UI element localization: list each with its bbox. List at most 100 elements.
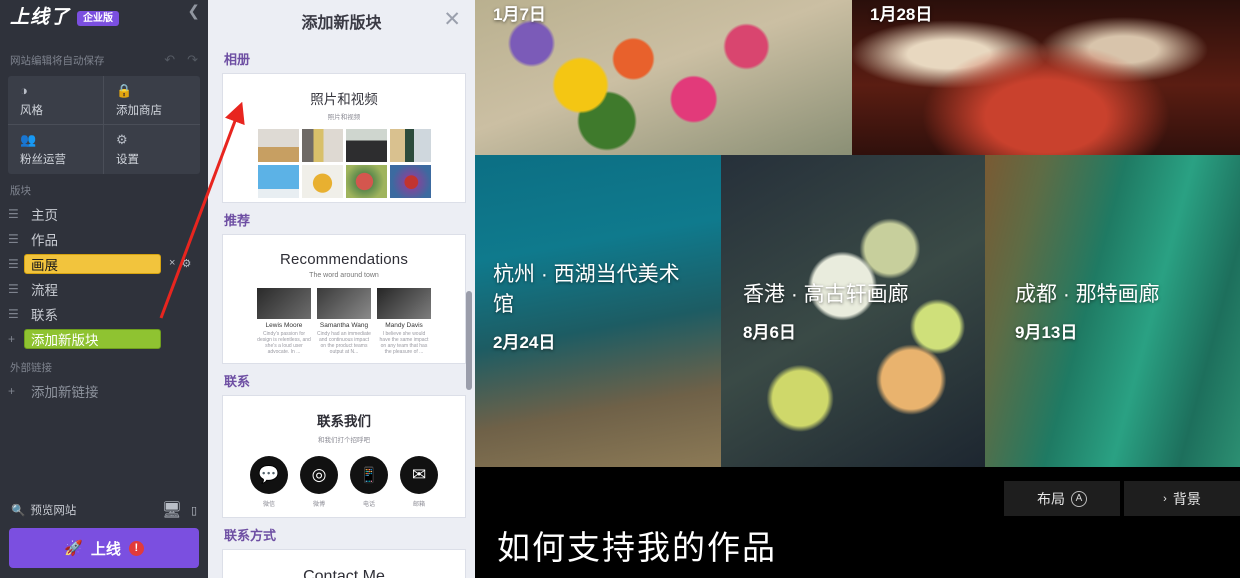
channel-weibo: ◎ 微博 bbox=[300, 456, 338, 508]
close-icon[interactable]: ✕ bbox=[443, 9, 461, 30]
sidebar-item-works[interactable]: ☰ 作品 bbox=[0, 226, 208, 251]
quick-action-add-shop[interactable]: 🔒 添加商店 bbox=[104, 76, 200, 125]
redo-icon[interactable]: ↷ bbox=[187, 52, 198, 68]
tile-image bbox=[985, 155, 1240, 467]
sidebar-item-pill[interactable]: 画展 bbox=[24, 253, 161, 274]
thumbnail bbox=[301, 165, 343, 198]
sidebar-item-process[interactable]: ☰ 流程 bbox=[0, 276, 208, 301]
sidebar-item-label: 添加新链接 bbox=[31, 384, 99, 400]
add-section-pill[interactable]: 添加新版块 bbox=[24, 328, 161, 349]
add-section-panel: 添加新版块 ✕ 相册 照片和视频 照片和视频 推荐 Recommendation… bbox=[208, 0, 475, 578]
sidebar-item-label: 主页 bbox=[31, 207, 58, 223]
quick-action-label: 添加商店 bbox=[116, 105, 162, 117]
quick-action-fans[interactable]: 👥 粉丝运营 bbox=[8, 125, 104, 174]
sidebar-item-add-link[interactable]: + 添加新链接 bbox=[0, 378, 208, 403]
quick-action-label: 风格 bbox=[20, 105, 43, 117]
person-name: Mandy Davis bbox=[385, 322, 423, 329]
quick-action-style[interactable]: ◑ 风格 bbox=[8, 76, 104, 125]
quick-action-label: 设置 bbox=[116, 154, 139, 166]
gallery-tile[interactable]: 1月28日 bbox=[852, 0, 1240, 155]
sidebar-item-exhibition[interactable]: ☰ 画展 × ⚙ bbox=[0, 251, 208, 276]
undo-icon[interactable]: ↶ bbox=[164, 52, 175, 68]
app-root: 上线了 企业版 ❮ 网站编辑将自动保存 ↶ ↷ ◑ 风格 🔒 添加商店 👥 粉丝… bbox=[0, 0, 1240, 578]
wechat-icon: 💬 bbox=[250, 456, 288, 494]
remove-section-icon[interactable]: × bbox=[169, 257, 175, 270]
drag-handle-icon[interactable]: ☰ bbox=[8, 283, 24, 295]
sidebar-item-contact[interactable]: ☰ 联系 bbox=[0, 301, 208, 326]
person-item: Samantha Wang Cindy had an immediate and… bbox=[317, 288, 371, 355]
preview-row: 🔍 预览网站 🖥 ▯ bbox=[9, 500, 199, 528]
person-photo bbox=[257, 288, 311, 319]
users-icon: 👥 bbox=[20, 132, 37, 147]
person-desc: I believe she would have the same impact… bbox=[379, 331, 429, 355]
sidebar-item-add-section[interactable]: + 添加新版块 bbox=[0, 326, 208, 351]
preview-site-button[interactable]: 🔍 预览网站 bbox=[11, 502, 76, 518]
gallery-tile[interactable]: 香港 · 高古轩画廊 8月6日 bbox=[721, 155, 985, 467]
tile-date: 1月7日 bbox=[493, 5, 546, 24]
drag-handle-icon[interactable]: ☰ bbox=[8, 258, 24, 270]
section-card-photo-video[interactable]: 照片和视频 照片和视频 bbox=[222, 73, 466, 203]
drag-handle-icon[interactable]: ☰ bbox=[8, 233, 24, 245]
card-subtitle: 照片和视频 bbox=[327, 114, 361, 121]
person-photo bbox=[317, 288, 371, 319]
person-desc: Cindy had an immediate and continuous im… bbox=[317, 331, 371, 355]
search-icon: 🔍 bbox=[11, 505, 26, 517]
sidebar-item-label: 流程 bbox=[31, 282, 58, 298]
gallery-tile[interactable]: 1月7日 bbox=[475, 0, 852, 155]
autosave-row: 网站编辑将自动保存 ↶ ↷ bbox=[0, 48, 208, 70]
section-card-contact-us[interactable]: 联系我们 和我们打个招呼吧 💬 微信 ◎ 微博 📱 电话 ✉ 邮箱 bbox=[222, 395, 466, 518]
section-settings-icon[interactable]: ⚙ bbox=[181, 257, 191, 270]
gallery-tile[interactable]: 成都 · 那特画廊 9月13日 bbox=[985, 155, 1240, 467]
card-subtitle: The word around town bbox=[309, 272, 379, 279]
card-title: 联系我们 bbox=[317, 414, 371, 429]
sidebar-item-label: 画展 bbox=[31, 257, 58, 273]
section-heading: 如何支持我的作品 bbox=[497, 529, 777, 566]
publish-label: 上线 bbox=[90, 540, 121, 558]
thumbnail bbox=[345, 165, 387, 198]
chevron-left-icon[interactable]: ❮ bbox=[187, 4, 200, 20]
canvas-controls: 布局 A › 背景 bbox=[1004, 481, 1240, 516]
background-label: 背景 bbox=[1172, 490, 1201, 507]
person-name: Samantha Wang bbox=[319, 322, 369, 329]
tile-date: 2月24日 bbox=[493, 333, 556, 352]
undo-redo-group: ↶ ↷ bbox=[164, 52, 198, 68]
weibo-icon: ◎ bbox=[300, 456, 338, 494]
plus-icon[interactable]: + bbox=[8, 333, 24, 345]
people-grid: Lewis Moore Cindy's passion for design i… bbox=[223, 288, 465, 355]
layout-button[interactable]: 布局 A bbox=[1004, 481, 1120, 516]
drag-handle-icon[interactable]: ☰ bbox=[8, 308, 24, 320]
card-title: 照片和视频 bbox=[310, 92, 378, 107]
section-card-contact-me[interactable]: Contact Me Let's grab a cup! bbox=[222, 549, 466, 578]
tile-image bbox=[721, 155, 985, 467]
layout-variant-badge: A bbox=[1071, 490, 1087, 507]
channel-phone: 📱 电话 bbox=[350, 456, 388, 508]
card-title: Contact Me bbox=[303, 568, 385, 578]
sidebar-footer: 🔍 预览网站 🖥 ▯ 🚀 上线 ! bbox=[0, 500, 208, 578]
layout-label: 布局 bbox=[1037, 490, 1065, 507]
section-card-recommendations[interactable]: Recommendations The word around town Lew… bbox=[222, 234, 466, 364]
channel-caption: 电话 bbox=[362, 502, 375, 508]
sidebar-header: 上线了 企业版 ❮ bbox=[0, 0, 208, 48]
tile-name: 杭州 · 西湖当代美术馆 bbox=[493, 263, 680, 316]
sidebar-item-actions: × ⚙ bbox=[169, 257, 191, 270]
sidebar-item-label: 联系 bbox=[31, 307, 58, 323]
person-desc: Cindy's passion for design is relentless… bbox=[257, 331, 311, 355]
group-label-recommend: 推荐 bbox=[224, 213, 251, 228]
plus-icon[interactable]: + bbox=[8, 385, 24, 397]
sidebar-item-home[interactable]: ☰ 主页 bbox=[0, 201, 208, 226]
panel-scrollbar-thumb[interactable] bbox=[466, 291, 472, 390]
gallery-tile[interactable]: 杭州 · 西湖当代美术馆 2月24日 bbox=[475, 155, 721, 467]
channel-caption: 邮箱 bbox=[412, 502, 425, 508]
mobile-icon[interactable]: ▯ bbox=[191, 504, 197, 517]
thumbnail-grid bbox=[223, 129, 465, 198]
tile-name: 成都 · 那特画廊 bbox=[1015, 283, 1160, 306]
drag-handle-icon[interactable]: ☰ bbox=[8, 208, 24, 220]
chevron-right-icon: › bbox=[1163, 492, 1167, 505]
background-button[interactable]: › 背景 bbox=[1124, 481, 1240, 516]
desktop-icon[interactable]: 🖥 bbox=[162, 500, 182, 520]
quick-action-settings[interactable]: ⚙ 设置 bbox=[104, 125, 200, 174]
sidebar-item-label: 作品 bbox=[31, 232, 58, 248]
tile-date: 8月6日 bbox=[743, 323, 796, 342]
publish-button[interactable]: 🚀 上线 ! bbox=[9, 528, 199, 568]
tile-name: 香港 · 高古轩画廊 bbox=[743, 283, 909, 306]
